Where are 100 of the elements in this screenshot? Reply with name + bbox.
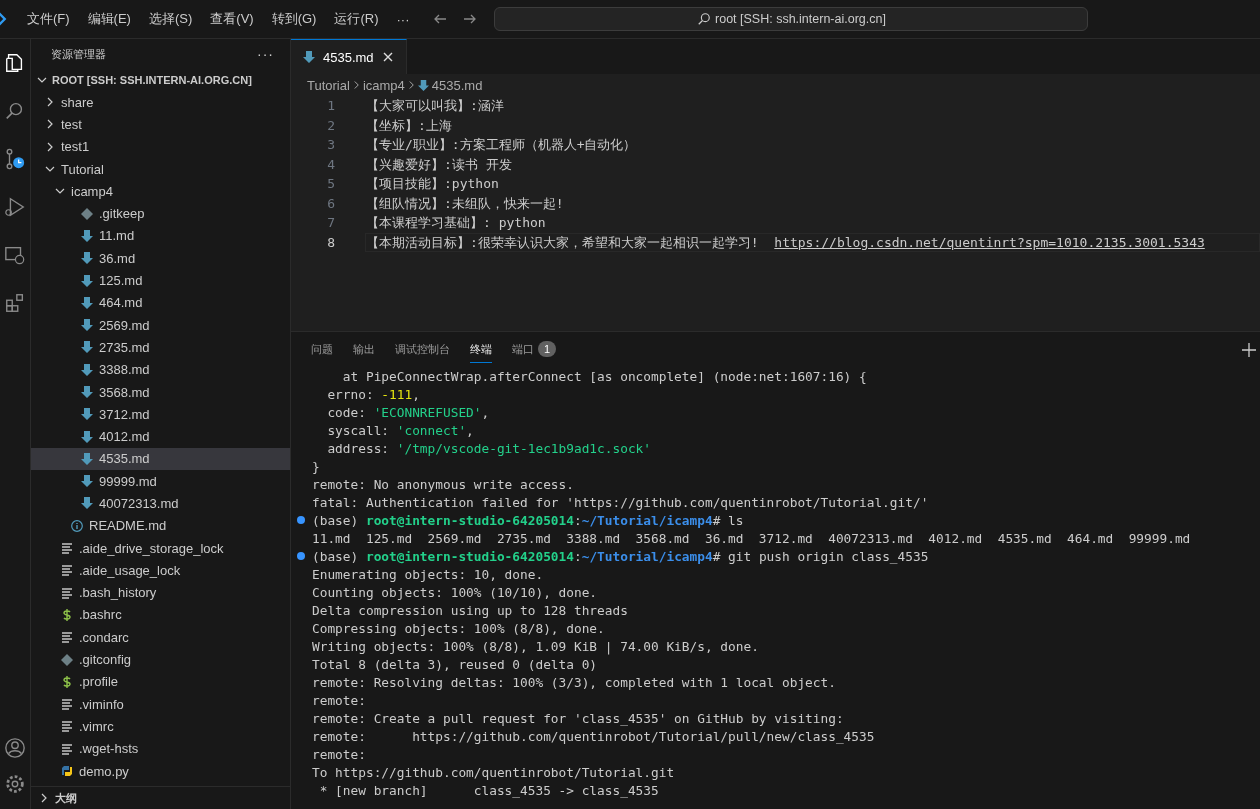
terminal-line: remote: (312, 746, 366, 762)
menu-item[interactable]: 运行(R) (325, 10, 388, 28)
workspace-root[interactable]: ROOT [SSH: SSH.INTERN-AI.ORG.CN] (31, 69, 290, 91)
lines-icon (61, 698, 73, 711)
panel-tab[interactable]: 问题 (311, 336, 333, 363)
plus-icon[interactable] (1242, 342, 1256, 357)
tree-item[interactable]: 2569.md (31, 313, 290, 337)
tree-item[interactable]: share (31, 91, 290, 114)
tree-item[interactable]: .bashrc (31, 603, 290, 627)
app-logo-icon (0, 10, 8, 28)
terminal-line: 11.md 125.md 2569.md 2735.md 3388.md 3568.md 36.md 3712.md 40072313.md 4012.md 4535.md 464.md 99999.md (312, 530, 1191, 546)
tree-item[interactable]: 2735.md (31, 336, 290, 359)
line-number: 1 (326, 98, 335, 114)
more-actions-button[interactable]: ··· (257, 46, 274, 62)
down-arrow-icon (81, 252, 93, 265)
tree-item[interactable]: test1 (31, 135, 290, 158)
code-link[interactable]: https://blog.csdn.net/quentinrt?spm=1010.2135.3001.5343 (774, 234, 1205, 250)
chevron-icon (45, 141, 55, 152)
lines-icon (61, 742, 73, 755)
tree-item[interactable]: 99999.md (31, 470, 290, 493)
menu-item[interactable]: 文件(F) (18, 10, 79, 28)
python-icon (61, 765, 73, 778)
terminal-line: To https://github.com/quentinrobot/Tutorial.git (312, 764, 675, 780)
terminal-line: at PipeConnectWrap.afterConnect [as oncomplete] (node:net:1607:16) { (341, 368, 867, 384)
tree-item[interactable]: 4535.md (31, 447, 290, 471)
terminal-line: remote: (312, 692, 366, 708)
terminal-line: } (312, 458, 320, 474)
line-number: 3 (326, 137, 335, 153)
tree-item[interactable]: 4012.md (31, 425, 290, 448)
panel-tab[interactable]: 终端 (470, 336, 492, 363)
code-line: 【大家可以叫我】:涵洋 (366, 98, 504, 114)
terminal-line: Compressing objects: 100% (8/8), done. (312, 620, 605, 636)
terminal-line: Total 8 (delta 3), reused 0 (delta 0) (312, 656, 598, 672)
tree-item[interactable]: .wget-hsts (31, 737, 290, 760)
breadcrumb[interactable]: Tutorial (307, 77, 350, 93)
down-arrow-icon (81, 475, 93, 488)
tree-item[interactable]: .aide_usage_lock (31, 559, 290, 582)
editor-tab[interactable]: 4535.md (291, 39, 407, 74)
panel-tab[interactable]: 输出 (353, 336, 375, 363)
diamond-icon (81, 207, 93, 220)
tree-item[interactable]: 125.md (31, 269, 290, 292)
line-number: 5 (326, 176, 335, 192)
tree-item[interactable]: .aide_drive_storage_lock (31, 536, 290, 560)
breadcrumb[interactable]: icamp4 (362, 77, 405, 93)
tree-item[interactable]: 11.md (31, 224, 290, 248)
breadcrumb[interactable]: 4535.md (431, 77, 483, 93)
panel-tab[interactable]: 调试控制台 (395, 336, 450, 363)
command-center[interactable]: root [SSH: ssh.intern-ai.org.cn] (494, 7, 1089, 31)
line-number: 7 (326, 215, 335, 231)
menu-item[interactable]: 查看(V) (201, 10, 263, 28)
down-arrow-icon (81, 229, 93, 242)
terminal-line: code: 'ECONNREFUSED', (326, 404, 490, 420)
menu-item[interactable]: 转到(G) (262, 10, 326, 28)
tree-item[interactable]: Tutorial (31, 157, 290, 181)
tree-item[interactable]: 3712.md (31, 403, 290, 426)
code-line: 【专业/职业】:方案工程师（机器人+自动化） (366, 137, 637, 153)
tree-item[interactable]: .condarc (31, 626, 290, 649)
close-icon[interactable] (381, 51, 394, 63)
terminal-line: Writing objects: 100% (8/8), 1.09 KiB | 74.00 KiB/s, done. (312, 638, 759, 654)
terminal-line: syscall: 'connect', (326, 422, 474, 438)
line-number: 2 (326, 117, 335, 133)
chevron-icon (352, 80, 360, 90)
tree-item[interactable]: .gitconfig (31, 648, 290, 671)
tree-item[interactable]: .bash_history (31, 581, 290, 604)
info-icon (71, 519, 83, 532)
outline-section[interactable]: 大纲 (31, 786, 290, 809)
tree-item[interactable]: .viminfo (31, 693, 290, 716)
tree-item[interactable]: 3568.md (31, 380, 290, 404)
tree-item[interactable]: 36.md (31, 247, 290, 270)
settings-icon[interactable] (4, 773, 26, 795)
panel-tab[interactable]: 端口 1 (512, 336, 557, 363)
sidebar-title: 资源管理器 (51, 46, 106, 62)
menu-item[interactable]: 编辑(E) (78, 10, 140, 28)
search-icon (697, 12, 711, 26)
code-line: 【项目技能】:python (366, 176, 499, 192)
tree-item[interactable]: .gitkeep (31, 202, 290, 225)
account-icon[interactable] (4, 737, 26, 759)
tree-item[interactable]: 464.md (31, 291, 290, 314)
tree-item[interactable]: .profile (31, 670, 290, 693)
terminal-line: (base) root@intern-studio-64205014:~/Tutorial/icamp4# git push origin class_4535 (312, 548, 929, 564)
down-arrow-icon (81, 341, 93, 354)
tree-item[interactable]: icamp4 (31, 180, 290, 203)
extensions-icon (4, 292, 26, 314)
down-arrow-icon (81, 497, 93, 510)
tree-item[interactable]: .vimrc (31, 715, 290, 738)
tree-item[interactable]: test (31, 113, 290, 136)
tree-item[interactable]: README.md (31, 514, 290, 537)
remote-explorer-icon (4, 244, 26, 266)
terminal-line: Enumerating objects: 10, done. (312, 566, 544, 582)
menu-item[interactable]: 选择(S) (139, 10, 202, 28)
tree-item[interactable]: demo.py (31, 759, 290, 783)
terminal-line: (base) root@intern-studio-64205014:~/Tutorial/icamp4# ls (312, 512, 744, 528)
tree-item[interactable]: 40072313.md (31, 492, 290, 515)
dollar-icon (61, 675, 73, 688)
lines-icon (61, 631, 73, 644)
menu-item[interactable]: ··· (387, 11, 419, 27)
tree-item[interactable]: 3388.md (31, 358, 290, 381)
lines-icon (61, 586, 73, 599)
code-line: 【组队情况】:未组队，快来一起! (366, 195, 564, 211)
down-arrow-icon (81, 274, 93, 287)
